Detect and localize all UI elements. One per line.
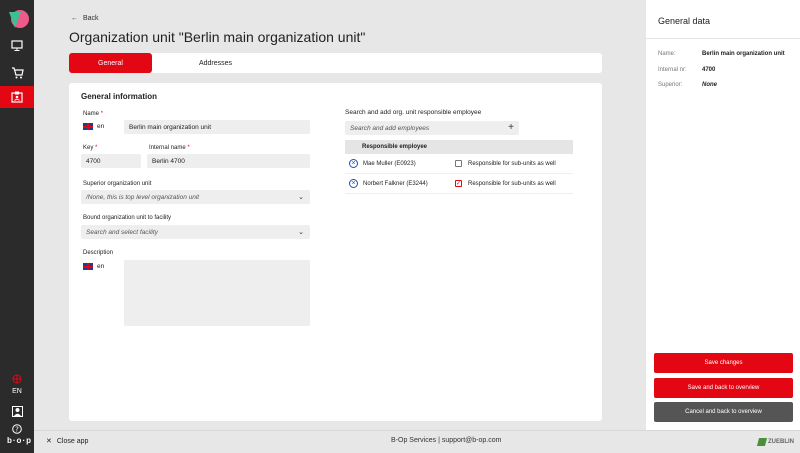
close-app-button[interactable]: ✕ Close app bbox=[46, 437, 89, 446]
remove-employee-icon[interactable]: × bbox=[349, 179, 358, 188]
remove-employee-icon[interactable]: × bbox=[349, 159, 358, 168]
main-content: ← Back Organization unit "Berlin main or… bbox=[34, 0, 646, 430]
page-title: Organization unit "Berlin main organizat… bbox=[69, 29, 366, 45]
facility-placeholder: Search and select facility bbox=[86, 228, 158, 236]
language-label[interactable]: EN bbox=[0, 388, 34, 395]
name-lang-code: en bbox=[97, 123, 105, 130]
footer-bar: ✕ Close app B-Op Services | support@b-op… bbox=[34, 430, 800, 453]
add-icon[interactable]: + bbox=[508, 122, 514, 133]
subunits-checkbox-label: Responsible for sub-units as well bbox=[468, 180, 556, 187]
key-label: Key * bbox=[83, 145, 98, 151]
close-app-label: Close app bbox=[56, 437, 89, 445]
monitor-icon[interactable] bbox=[0, 34, 34, 56]
internal-name-input[interactable]: Berlin 4700 bbox=[147, 154, 310, 168]
panel-name-row: Name: Berlin main organization unit bbox=[658, 51, 785, 57]
description-language-flag[interactable]: en bbox=[83, 263, 104, 270]
brand-text: ZUEBLIN bbox=[768, 439, 794, 445]
description-label: Description bbox=[83, 250, 114, 256]
superior-label: Superior organization unit bbox=[83, 181, 152, 187]
employee-name: Norbert Falkner (E3244) bbox=[363, 180, 428, 187]
tab-general[interactable]: General bbox=[69, 53, 152, 73]
employee-name: Mae Muller (E0923) bbox=[363, 160, 416, 167]
panel-internal-value: 4700 bbox=[702, 67, 716, 73]
subunits-checkbox-label: Responsible for sub-units as well bbox=[468, 160, 556, 167]
panel-superior-value: None bbox=[702, 82, 717, 88]
brand-logo: ZUEBLIN bbox=[756, 438, 794, 446]
employee-search-placeholder: Search and add employees bbox=[350, 124, 430, 132]
section-title: General information bbox=[81, 92, 158, 101]
divider bbox=[646, 38, 800, 39]
subunits-checkbox-checked[interactable]: ✓ bbox=[455, 180, 462, 187]
description-lang-code: en bbox=[97, 263, 105, 270]
panel-name-key: Name: bbox=[658, 51, 676, 57]
services-contact: B-Op Services | support@b-op.com bbox=[391, 437, 502, 444]
subunits-checkbox[interactable] bbox=[455, 160, 462, 167]
name-input[interactable]: Berlin main organization unit bbox=[124, 120, 310, 134]
key-input[interactable]: 4700 bbox=[81, 154, 141, 168]
arrow-left-icon: ← bbox=[71, 15, 78, 22]
employee-row: × Mae Muller (E0923) Responsible for sub… bbox=[345, 154, 573, 174]
svg-text:?: ? bbox=[15, 426, 19, 434]
close-icon: ✕ bbox=[46, 438, 52, 445]
description-textarea[interactable] bbox=[124, 260, 310, 326]
tab-bar: General Addresses bbox=[69, 53, 602, 73]
brand-mark-icon bbox=[756, 438, 768, 446]
name-label: Name * bbox=[83, 111, 104, 117]
general-information-card: General information Name * en Berlin mai… bbox=[69, 83, 602, 421]
language-globe-icon[interactable] bbox=[0, 368, 34, 390]
shopping-cart-icon[interactable] bbox=[0, 62, 34, 84]
tab-addresses[interactable]: Addresses bbox=[174, 53, 257, 73]
general-data-panel: General data Name: Berlin main organizat… bbox=[646, 0, 800, 430]
uk-flag-icon bbox=[83, 123, 93, 130]
facility-label: Bound organization unit to facility bbox=[83, 215, 172, 221]
bop-logo: b·o·p bbox=[7, 436, 32, 445]
superior-value: /None, this is top level organization un… bbox=[86, 193, 200, 201]
superior-select[interactable]: /None, this is top level organization un… bbox=[81, 190, 310, 204]
employee-row: × Norbert Falkner (E3244) ✓ Responsible … bbox=[345, 174, 573, 194]
name-language-flag[interactable]: en bbox=[83, 123, 104, 130]
panel-superior-key: Superior: bbox=[658, 82, 683, 88]
facility-select[interactable]: Search and select facility ⌄ bbox=[81, 225, 310, 239]
panel-title: General data bbox=[658, 16, 711, 26]
save-changes-button[interactable]: Save changes bbox=[654, 353, 793, 373]
back-label: Back bbox=[83, 15, 99, 22]
org-unit-badge-icon[interactable] bbox=[0, 86, 34, 108]
employee-search-input[interactable]: Search and add employees + bbox=[345, 121, 519, 135]
back-link[interactable]: ← Back bbox=[71, 15, 99, 22]
chevron-down-icon: ⌄ bbox=[298, 229, 304, 236]
app-logo-icon[interactable] bbox=[7, 8, 29, 30]
uk-flag-icon bbox=[83, 263, 93, 270]
panel-superior-row: Superior: None bbox=[658, 82, 717, 88]
employee-table-header: Responsible employee bbox=[345, 140, 573, 154]
panel-internal-row: Internal nr: 4700 bbox=[658, 67, 715, 73]
chevron-down-icon: ⌄ bbox=[298, 194, 304, 201]
panel-internal-key: Internal nr: bbox=[658, 67, 687, 73]
save-and-back-button[interactable]: Save and back to overview bbox=[654, 378, 793, 398]
internal-name-label: Internal name * bbox=[149, 145, 190, 151]
panel-name-value: Berlin main organization unit bbox=[702, 51, 785, 57]
app-sidebar: EN ? b·o·p bbox=[0, 0, 34, 453]
cancel-and-back-button[interactable]: Cancel and back to overview bbox=[654, 402, 793, 422]
employee-search-label: Search and add org. unit responsible emp… bbox=[345, 109, 482, 116]
